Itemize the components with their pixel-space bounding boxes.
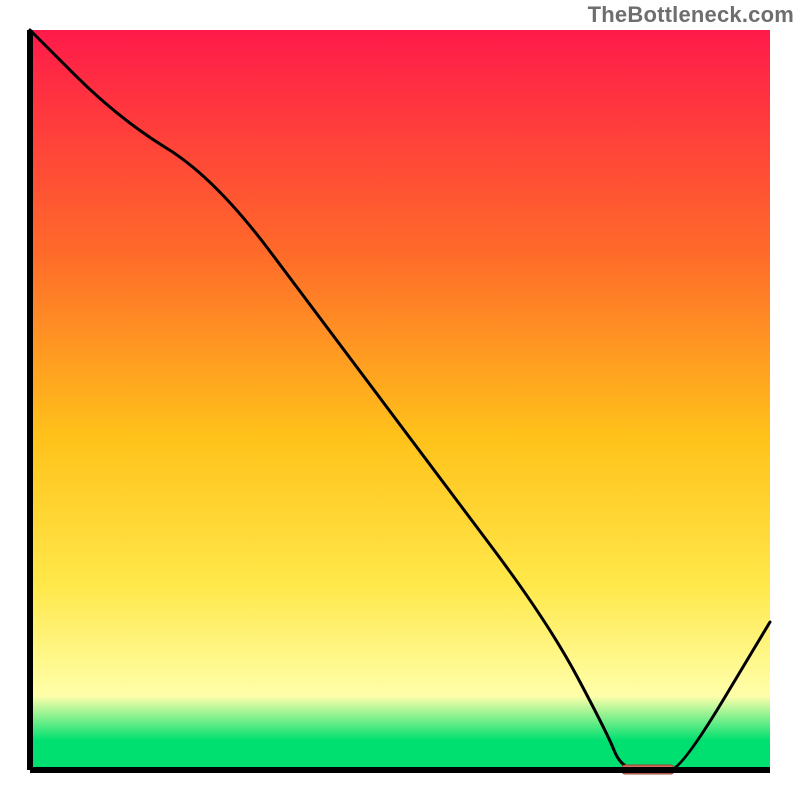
watermark-text: TheBottleneck.com — [588, 2, 794, 28]
chart-svg — [0, 0, 800, 800]
plot-background — [30, 30, 770, 770]
chart-container: TheBottleneck.com — [0, 0, 800, 800]
